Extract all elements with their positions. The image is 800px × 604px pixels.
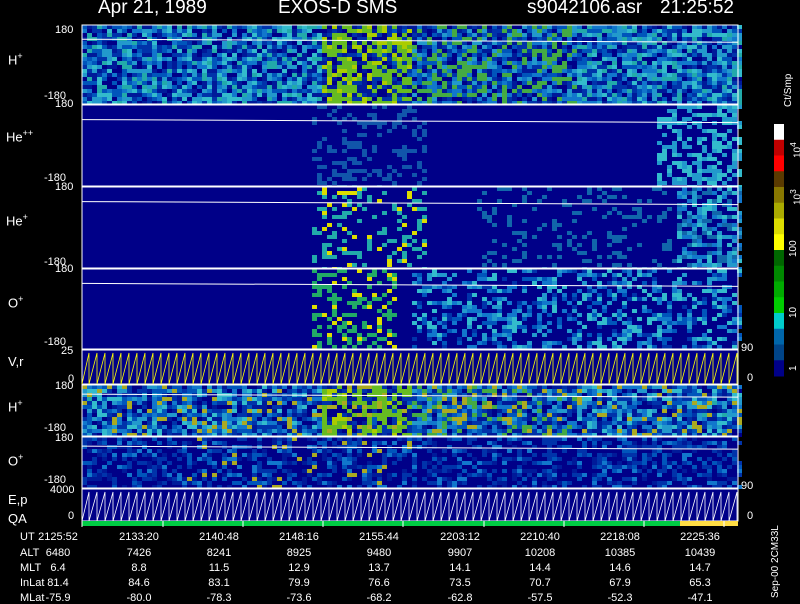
colorbar-tick: 104: [788, 142, 800, 158]
right-tick-bottom: 0: [747, 510, 753, 522]
footer-cell-inlat: 81.4: [38, 577, 78, 589]
panel-label-o-plus: O+: [8, 294, 23, 310]
footer-cell-inlat: 84.6: [119, 577, 159, 589]
colorbar-tick: 103: [788, 189, 800, 205]
footer-cell-mlt: 13.7: [359, 562, 399, 574]
colorbar-segment: [774, 282, 784, 298]
panel-background: [82, 105, 738, 186]
ytick-top: 25: [61, 345, 73, 357]
colorbar-segment: [774, 187, 784, 203]
qa-bar-good: [82, 521, 680, 526]
ytick-top: 180: [55, 432, 73, 444]
panel-label-vr: V,r: [8, 354, 23, 369]
ytick-top: 4000: [50, 484, 74, 496]
panel-label-he-pp: He++: [6, 128, 33, 144]
panel-label-o-plus-2: O+: [8, 452, 23, 468]
colorbar-segment: [774, 313, 784, 329]
footer-cell-mlat: -62.8: [440, 592, 480, 604]
colorbar-segment: [774, 329, 784, 345]
ytick-top: 180: [55, 24, 73, 36]
footer-cell-inlat: 79.9: [279, 577, 319, 589]
footer-label-ut: UT: [20, 531, 35, 543]
colorbar-segment: [774, 266, 784, 282]
colorbar-segment: [774, 345, 784, 361]
footer-cell-mlt: 14.1: [440, 562, 480, 574]
footer-cell-inlat: 83.1: [199, 577, 239, 589]
colorbar-tick: 100: [788, 240, 799, 257]
footer-cell-ut: 2140:48: [199, 531, 239, 543]
footer-cell-alt: 10208: [520, 547, 560, 559]
footer-cell-mlat: -57.5: [520, 592, 560, 604]
colorbar-segment: [774, 124, 784, 140]
footer-cell-mlt: 14.4: [520, 562, 560, 574]
footer-cell-mlat: -47.1: [680, 592, 720, 604]
footer-cell-inlat: 70.7: [520, 577, 560, 589]
footer-cell-mlat: -75.9: [38, 592, 78, 604]
footer-cell-ut: 2203:12: [440, 531, 480, 543]
stamp: Sep-00 2CM33L: [770, 525, 781, 598]
spectrogram-plot: [0, 0, 800, 600]
colorbar-tick: 10: [788, 307, 799, 318]
right-tick-bottom: 0: [747, 372, 753, 384]
footer-cell-inlat: 73.5: [440, 577, 480, 589]
colorbar-segment: [774, 360, 784, 376]
right-tick-top: 90: [741, 480, 753, 492]
footer-cell-ut: 2210:40: [520, 531, 560, 543]
footer-cell-ut: 2148:16: [279, 531, 319, 543]
footer-cell-mlt: 12.9: [279, 562, 319, 574]
footer-cell-mlat: -68.2: [359, 592, 399, 604]
colorbar-unit: Ct/Smp: [783, 74, 794, 107]
panel-label-h-plus-2: H+: [8, 398, 23, 414]
colorbar-segment: [774, 234, 784, 250]
footer-label-alt: ALT: [20, 547, 39, 559]
footer-cell-mlt: 11.5: [199, 562, 239, 574]
colorbar-segment: [774, 297, 784, 313]
footer-cell-ut: 2225:36: [680, 531, 720, 543]
footer-cell-alt: 7426: [119, 547, 159, 559]
footer-cell-mlt: 8.8: [119, 562, 159, 574]
colorbar-segment: [774, 171, 784, 187]
footer-cell-ut: 2125:52: [38, 531, 78, 543]
colorbar-segment: [774, 156, 784, 172]
ytick-bottom: 0: [68, 510, 74, 522]
footer-cell-alt: 6480: [38, 547, 78, 559]
footer-cell-alt: 10439: [680, 547, 720, 559]
footer-cell-alt: 9480: [359, 547, 399, 559]
ytick-top: 180: [55, 98, 73, 110]
footer-cell-inlat: 67.9: [600, 577, 640, 589]
colorbar-segment: [774, 140, 784, 156]
footer-cell-inlat: 76.6: [359, 577, 399, 589]
footer-cell-mlt: 14.6: [600, 562, 640, 574]
colorbar-segment: [774, 203, 784, 219]
footer-cell-mlat: -80.0: [119, 592, 159, 604]
colorbar-tick: 1: [788, 365, 799, 371]
footer-cell-mlt: 14.7: [680, 562, 720, 574]
footer-cell-ut: 2155:44: [359, 531, 399, 543]
footer-cell-inlat: 65.3: [680, 577, 720, 589]
panel-label-qa: QA: [8, 511, 27, 526]
ytick-top: 180: [55, 380, 73, 392]
footer-cell-alt: 10385: [600, 547, 640, 559]
ytick-top: 180: [55, 263, 73, 275]
footer-cell-ut: 2218:08: [600, 531, 640, 543]
footer-cell-ut: 2133:20: [119, 531, 159, 543]
colorbar-segment: [774, 250, 784, 266]
footer-cell-mlat: -73.6: [279, 592, 319, 604]
right-tick-top: 90: [741, 342, 753, 354]
ytick-top: 180: [55, 181, 73, 193]
footer-cell-mlat: -52.3: [600, 592, 640, 604]
panel-label-ep: E,p: [8, 492, 28, 507]
footer-cell-alt: 8241: [199, 547, 239, 559]
colorbar-segment: [774, 219, 784, 235]
panel-label-he-plus: He+: [6, 212, 28, 228]
panel-label-h-plus: H+: [8, 51, 23, 67]
footer-cell-mlt: 6.4: [38, 562, 78, 574]
footer-cell-mlat: -78.3: [199, 592, 239, 604]
footer-cell-alt: 9907: [440, 547, 480, 559]
qa-bar-warn: [680, 521, 738, 526]
footer-cell-alt: 8925: [279, 547, 319, 559]
